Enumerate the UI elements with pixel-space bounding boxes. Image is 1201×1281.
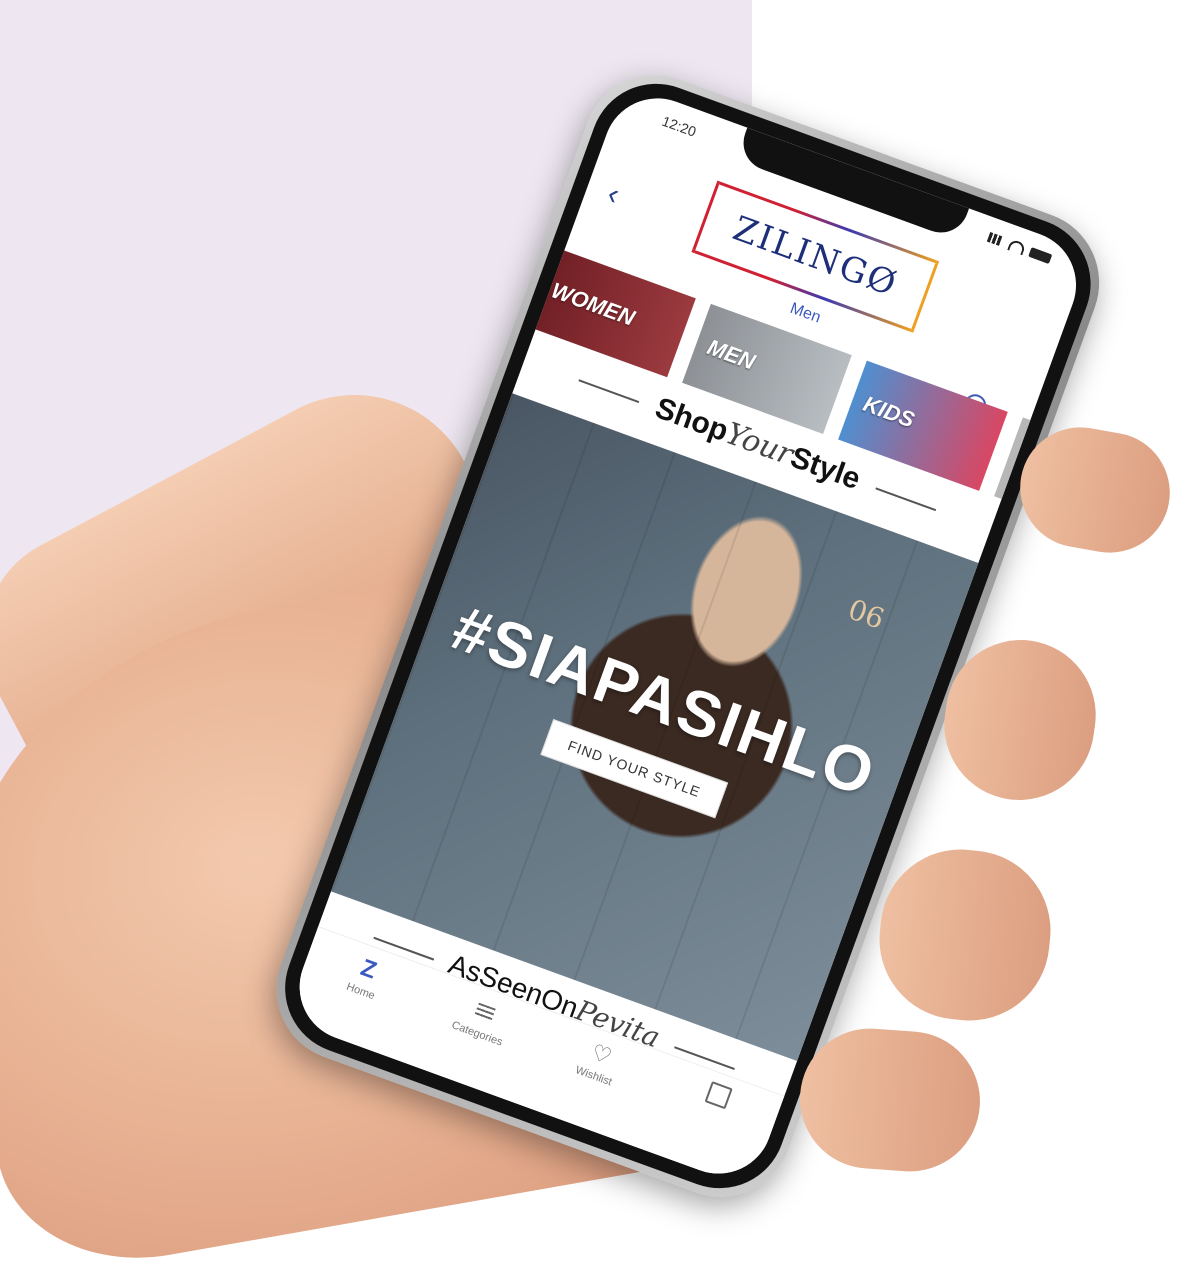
tab-home[interactable]: Z Home [321,944,411,1011]
status-time: 12:20 [659,112,699,140]
status-icons [986,231,1053,265]
wifi-icon [1007,238,1027,256]
category-kids-label: KIDS [859,391,918,433]
shopping-bag-icon [704,1081,733,1110]
back-chevron-icon[interactable]: ‹ [603,177,624,212]
tab-wishlist[interactable]: ♡ Wishlist [554,1029,644,1096]
battery-icon [1028,247,1053,265]
category-men-label: MEN [704,334,759,375]
finger-4 [795,1023,985,1177]
signal-icon [986,232,1006,247]
tab-categories[interactable]: Categories [437,986,527,1053]
finger-3 [871,841,1059,1029]
category-women-label: WOMEN [548,277,639,331]
